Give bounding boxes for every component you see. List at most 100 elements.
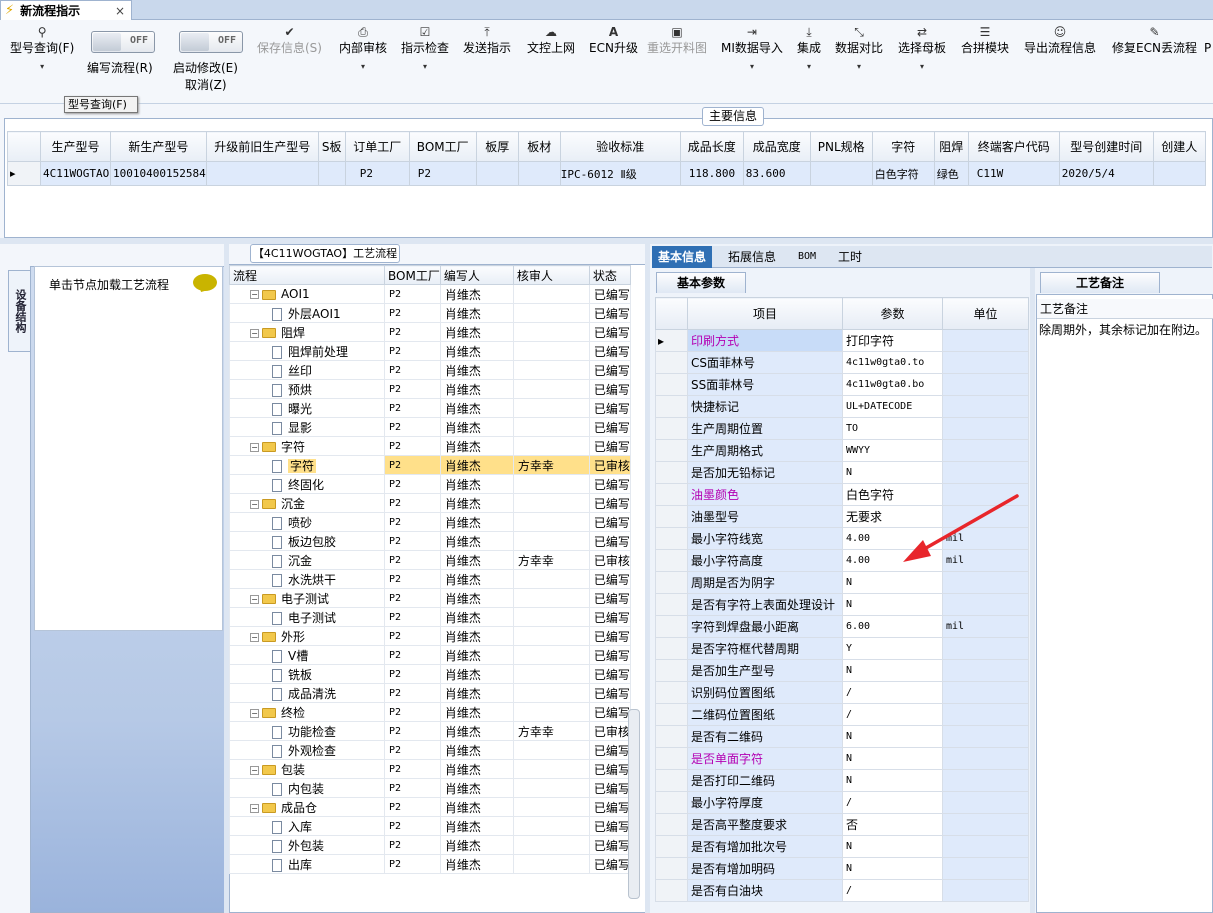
table-row[interactable]: ▸ 4C11WOGTAO 10010400152584 P2 P2 IPC-60… — [7, 161, 1206, 186]
param-value[interactable]: 4c11w0gta0.to — [842, 351, 943, 374]
column-header[interactable]: 项目 — [687, 297, 843, 330]
param-item[interactable]: SS面菲林号 — [687, 373, 843, 396]
save-info-button[interactable]: ✔ 保存信息(S) — [257, 25, 322, 56]
param-unit[interactable] — [942, 659, 1029, 682]
document-tab[interactable]: ⚡ 新流程指示 × — [0, 0, 132, 20]
flow-step-cell[interactable]: 铣板 — [229, 664, 385, 684]
flow-tree-row[interactable]: 外观检查 P2 肖维杰 已编写 — [229, 740, 631, 760]
param-item[interactable]: 是否有增加明码 — [687, 857, 843, 880]
publish-online-button[interactable]: ☁ 文控上网 — [527, 25, 575, 56]
param-row[interactable]: 最小字符厚度 / — [655, 791, 1029, 814]
flow-factory[interactable]: P2 — [384, 816, 441, 836]
param-value[interactable]: N — [842, 461, 943, 484]
flow-status[interactable]: 已编写 — [588, 474, 631, 494]
flow-factory[interactable]: P2 — [384, 550, 441, 570]
flow-factory[interactable]: P2 — [384, 341, 441, 361]
flow-step-cell[interactable]: 电子测试 — [229, 607, 385, 627]
flow-status[interactable]: 已编写 — [588, 664, 631, 684]
row-indicator-header[interactable] — [7, 131, 41, 162]
flow-factory[interactable]: P2 — [384, 569, 441, 589]
param-row[interactable]: 是否打印二维码 N — [655, 769, 1029, 792]
flow-author[interactable]: 肖维杰 — [439, 664, 514, 684]
param-unit[interactable] — [942, 571, 1029, 594]
flow-tree-row[interactable]: 电子测试 P2 肖维杰 已编写 — [229, 607, 631, 627]
flow-step-cell[interactable]: − 字符 — [229, 436, 385, 456]
flow-status[interactable]: 已审核 — [588, 455, 631, 475]
column-header[interactable]: 成品宽度 — [742, 131, 811, 162]
flow-tree-row[interactable]: − AOI1 P2 肖维杰 已编写 — [229, 284, 631, 304]
param-item[interactable]: 是否加生产型号 — [687, 659, 843, 682]
reselect-cutting-image-button[interactable]: ▣ 重选开料图 — [647, 25, 707, 56]
column-header[interactable]: 编写人 — [439, 265, 514, 285]
flow-reviewer[interactable] — [512, 436, 590, 456]
more-button[interactable]: P — [1204, 25, 1211, 56]
flow-tree-row[interactable]: 沉金 P2 肖维杰 方幸幸 已审核 — [229, 550, 631, 570]
param-row[interactable]: 是否高平整度要求否 — [655, 813, 1029, 836]
chevron-down-icon[interactable]: ▾ — [10, 60, 74, 74]
flow-factory[interactable]: P2 — [384, 531, 441, 551]
flow-factory[interactable]: P2 — [384, 626, 441, 646]
param-row[interactable]: 二维码位置图纸 / — [655, 703, 1029, 726]
flow-tree-row[interactable]: 水洗烘干 P2 肖维杰 已编写 — [229, 569, 631, 589]
column-header[interactable]: 字符 — [871, 131, 935, 162]
param-value[interactable]: N — [842, 835, 943, 858]
param-value[interactable]: N — [842, 747, 943, 770]
param-unit[interactable] — [942, 329, 1029, 352]
flow-tree-row[interactable]: − 包装 P2 肖维杰 已编写 — [229, 759, 631, 779]
flow-step-cell[interactable]: 沉金 — [229, 550, 385, 570]
flow-tree-row[interactable]: − 电子测试 P2 肖维杰 已编写 — [229, 588, 631, 608]
flow-reviewer[interactable] — [512, 626, 590, 646]
flow-reviewer[interactable] — [512, 797, 590, 817]
flow-factory[interactable]: P2 — [384, 417, 441, 437]
flow-step-cell[interactable]: 水洗烘干 — [229, 569, 385, 589]
merge-module-button[interactable]: ☰ 合拼模块 — [961, 25, 1009, 56]
flow-tree-row[interactable]: 成品清洗 P2 肖维杰 已编写 — [229, 683, 631, 703]
flow-step-cell[interactable]: − 包装 — [229, 759, 385, 779]
column-header[interactable]: BOM工厂 — [384, 265, 441, 285]
flow-tree-row[interactable]: 预烘 P2 肖维杰 已编写 — [229, 379, 631, 399]
flow-author[interactable]: 肖维杰 — [439, 417, 514, 437]
flow-author[interactable]: 肖维杰 — [439, 683, 514, 703]
flow-author[interactable]: 肖维杰 — [439, 854, 514, 874]
flow-status[interactable]: 已审核 — [588, 721, 631, 741]
column-header[interactable]: 验收标准 — [559, 131, 681, 162]
param-item[interactable]: 油墨颜色 — [687, 483, 843, 506]
flow-author[interactable]: 肖维杰 — [439, 303, 514, 323]
flow-step-cell[interactable]: 出库 — [229, 854, 385, 874]
flow-factory[interactable]: P2 — [384, 322, 441, 342]
param-item[interactable]: 生产周期位置 — [687, 417, 843, 440]
param-value[interactable]: / — [842, 791, 943, 814]
flow-author[interactable]: 肖维杰 — [439, 493, 514, 513]
param-item[interactable]: 周期是否为阴字 — [687, 571, 843, 594]
column-header[interactable]: PNL规格 — [809, 131, 873, 162]
flow-reviewer[interactable]: 方幸幸 — [512, 721, 590, 741]
param-value[interactable]: UL+DATECODE — [842, 395, 943, 418]
flow-status[interactable]: 已编写 — [588, 512, 631, 532]
param-item[interactable]: 油墨型号 — [687, 505, 843, 528]
tab-work-hours[interactable]: 工时 — [832, 246, 868, 268]
flow-author[interactable]: 肖维杰 — [439, 759, 514, 779]
param-item[interactable]: 是否打印二维码 — [687, 769, 843, 792]
flow-factory[interactable]: P2 — [384, 778, 441, 798]
param-item[interactable]: 快捷标记 — [687, 395, 843, 418]
flow-factory[interactable]: P2 — [384, 588, 441, 608]
flow-tree-row[interactable]: V槽 P2 肖维杰 已编写 — [229, 645, 631, 665]
param-value[interactable]: N — [842, 769, 943, 792]
collapse-icon[interactable]: − — [250, 765, 259, 775]
param-item[interactable]: 是否单面字符 — [687, 747, 843, 770]
param-row[interactable]: 是否有增加批次号 N — [655, 835, 1029, 858]
param-unit[interactable] — [942, 769, 1029, 792]
column-header[interactable]: 升级前旧生产型号 — [205, 131, 319, 162]
mi-data-import-button[interactable]: ⇥ MI数据导入 ▾ — [721, 25, 783, 74]
flow-author[interactable]: 肖维杰 — [439, 455, 514, 475]
column-header[interactable]: S板 — [317, 131, 346, 162]
flow-tree-row[interactable]: 外包装 P2 肖维杰 已编写 — [229, 835, 631, 855]
internal-review-button[interactable]: ⎙ 内部审核 ▾ — [339, 25, 387, 74]
flow-status[interactable]: 已编写 — [588, 569, 631, 589]
param-unit[interactable] — [942, 879, 1029, 902]
param-item[interactable]: 字符到焊盘最小距离 — [687, 615, 843, 638]
flow-status[interactable]: 已编写 — [588, 398, 631, 418]
param-unit[interactable] — [942, 439, 1029, 462]
start-modify-toggle[interactable]: OFF — [179, 31, 243, 53]
flow-reviewer[interactable] — [512, 835, 590, 855]
